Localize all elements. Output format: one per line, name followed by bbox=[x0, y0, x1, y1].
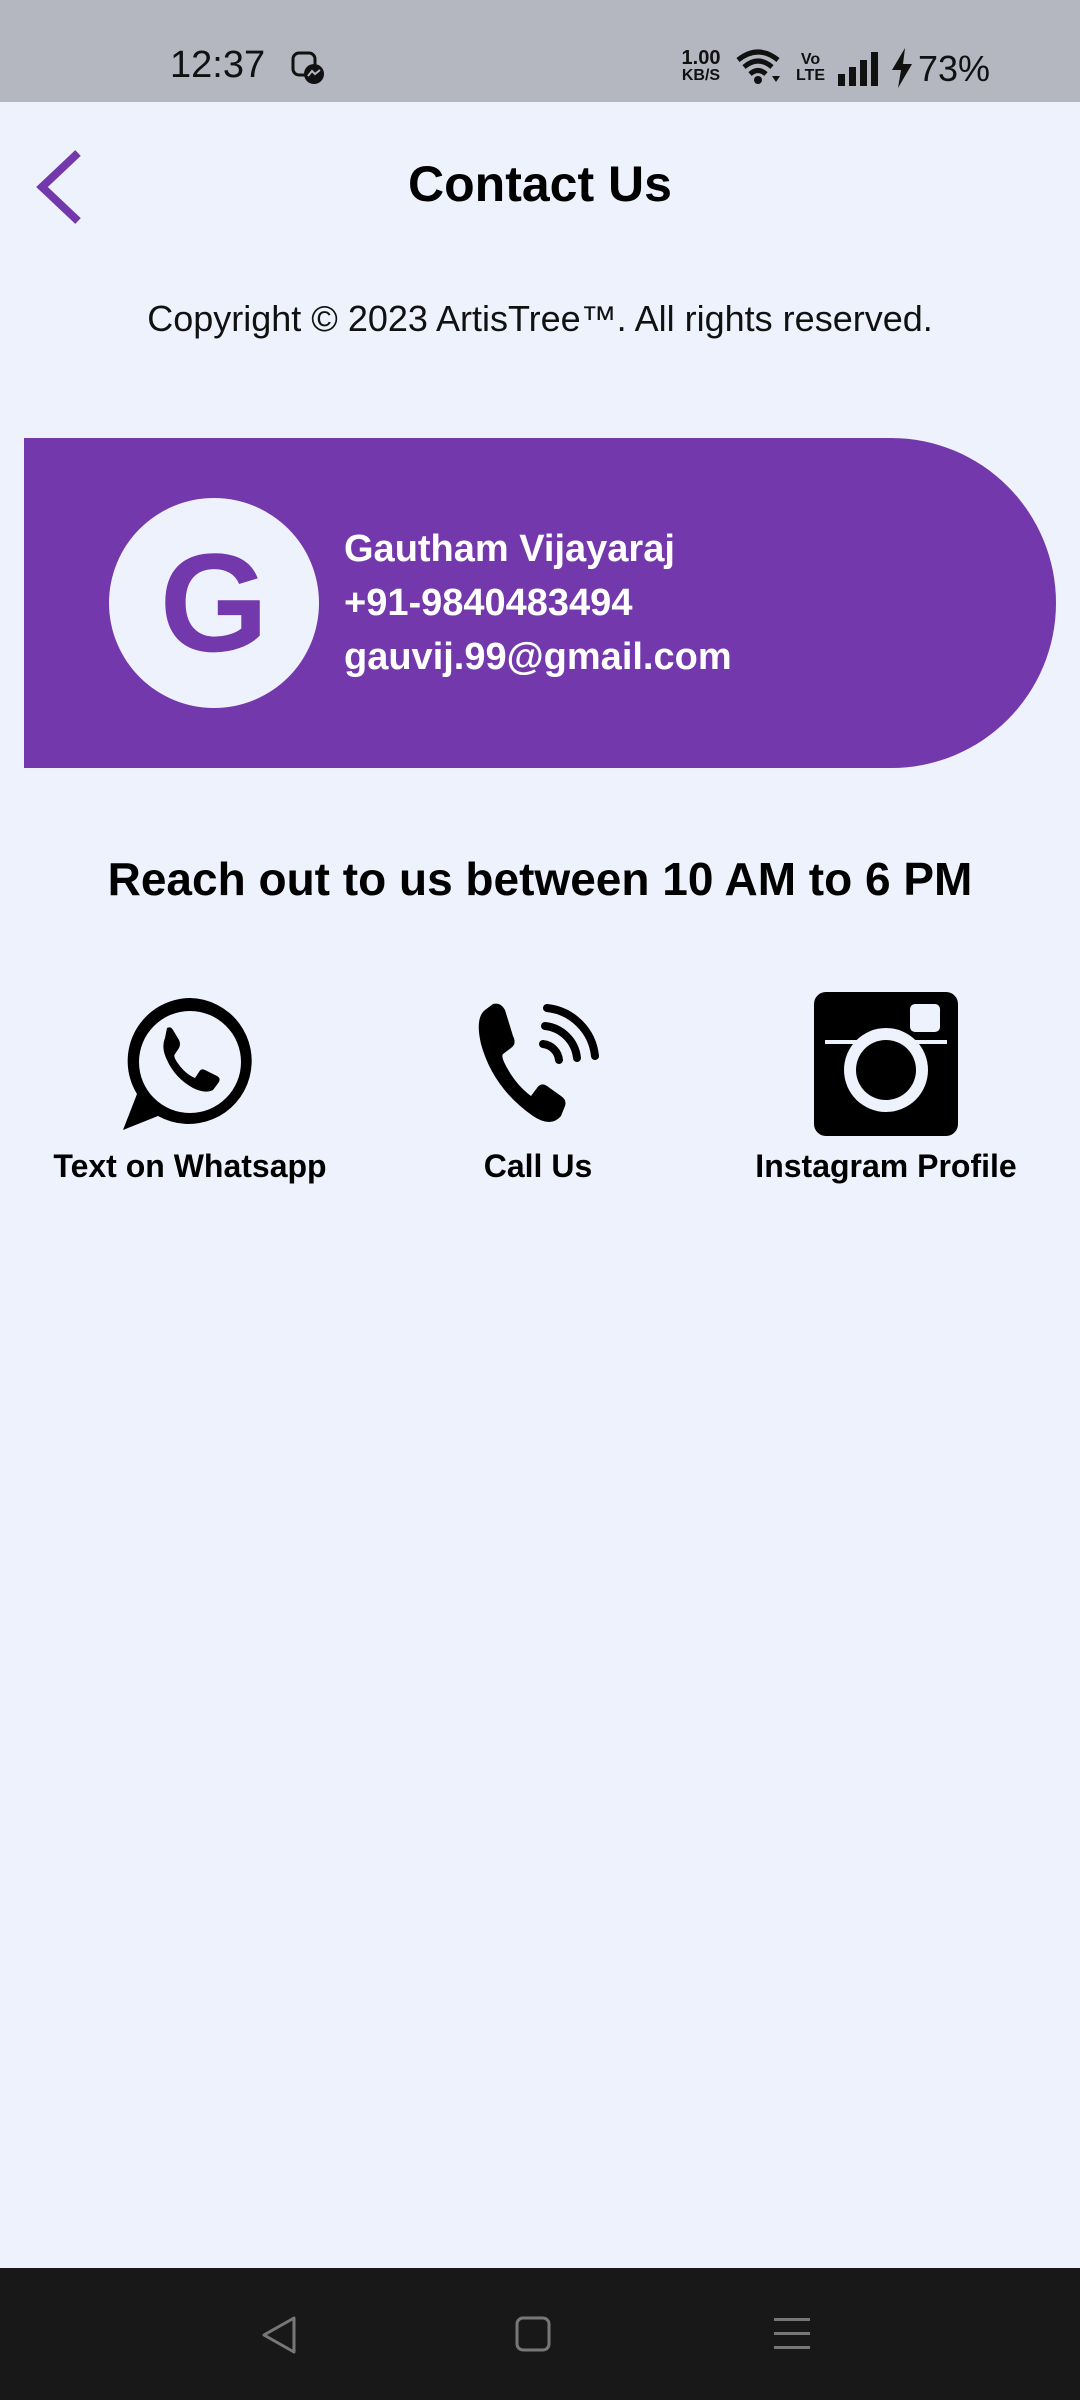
contact-email[interactable]: gauvij.99@gmail.com bbox=[344, 630, 732, 684]
signal-icon bbox=[838, 52, 878, 86]
wifi-icon bbox=[736, 49, 780, 84]
messenger-icon bbox=[291, 51, 324, 84]
contact-name: Gautham Vijayaraj bbox=[344, 528, 675, 570]
avatar: G bbox=[109, 498, 319, 708]
status-time: 12:37 bbox=[170, 44, 266, 86]
avatar-letter: G bbox=[159, 524, 269, 681]
volte-top: Vo bbox=[800, 51, 821, 68]
back-icon bbox=[262, 2316, 296, 2354]
network-speed: 1.00 KB/S bbox=[676, 48, 726, 84]
nav-recents-button[interactable] bbox=[762, 2310, 822, 2360]
volte-icon: Vo LTE bbox=[796, 52, 825, 84]
copyright-text: Copyright © 2023 ArtisTree™. All rights … bbox=[147, 298, 933, 339]
status-bar: 12:37 1.00 KB/S Vo LTE 73% bbox=[0, 0, 1080, 102]
nav-home-button[interactable] bbox=[503, 2310, 563, 2360]
instagram-button[interactable]: Instagram Profile bbox=[726, 988, 1046, 1185]
volte-bottom: LTE bbox=[796, 67, 826, 84]
network-speed-unit: KB/S bbox=[681, 67, 721, 84]
network-speed-value: 1.00 bbox=[681, 47, 721, 69]
home-icon bbox=[515, 2316, 551, 2352]
page-title: Contact Us bbox=[408, 156, 672, 212]
whatsapp-button[interactable]: Text on Whatsapp bbox=[30, 988, 350, 1185]
recents-icon bbox=[774, 2318, 810, 2349]
whatsapp-icon bbox=[123, 998, 252, 1130]
battery-percentage: 73% bbox=[918, 48, 991, 89]
system-nav-bar bbox=[0, 2268, 1080, 2400]
nav-back-button[interactable] bbox=[250, 2310, 310, 2360]
instagram-icon bbox=[814, 992, 958, 1136]
call-label: Call Us bbox=[483, 1148, 593, 1184]
contact-card: G Gautham Vijayaraj +91-9840483494 gauvi… bbox=[24, 438, 1056, 768]
contact-info: Gautham Vijayaraj +91-9840483494 gauvij.… bbox=[344, 522, 732, 684]
phone-icon bbox=[478, 1003, 599, 1122]
whatsapp-label: Text on Whatsapp bbox=[53, 1148, 327, 1184]
instagram-label: Instagram Profile bbox=[755, 1148, 1017, 1184]
contact-phone[interactable]: +91-9840483494 bbox=[344, 576, 732, 630]
call-button[interactable]: Call Us bbox=[378, 988, 698, 1185]
charging-icon bbox=[892, 48, 912, 88]
hours-text: Reach out to us between 10 AM to 6 PM bbox=[107, 853, 973, 905]
